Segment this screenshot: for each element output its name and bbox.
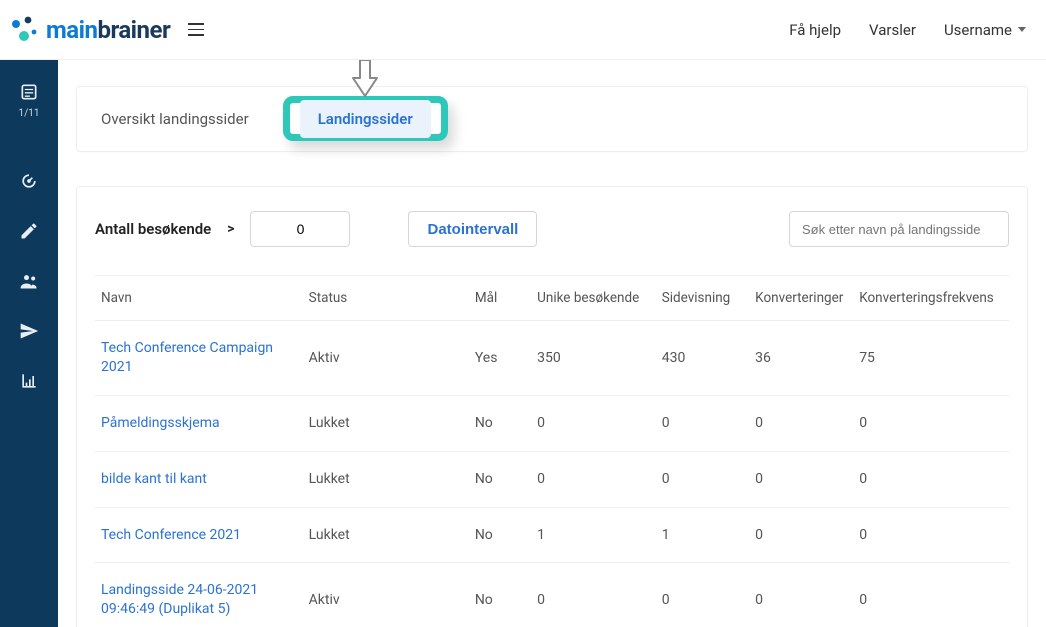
cell-goal: No bbox=[469, 395, 531, 451]
brand-logo-text: mainbrainer bbox=[46, 16, 170, 44]
table-row: bilde kant til kantLukketNo0000 bbox=[95, 451, 1009, 507]
cell-pageviews: 0 bbox=[656, 451, 749, 507]
visitors-filter-label: Antall besøkende bbox=[95, 220, 211, 238]
visitors-filter-input[interactable] bbox=[250, 211, 350, 247]
col-conversions[interactable]: Konverteringer bbox=[749, 276, 853, 321]
cell-status: Aktiv bbox=[303, 321, 469, 396]
col-status[interactable]: Status bbox=[303, 276, 469, 321]
cell-conversions: 36 bbox=[749, 321, 853, 396]
cell-conversions: 0 bbox=[749, 395, 853, 451]
gauge-icon[interactable] bbox=[17, 169, 41, 193]
cell-rate: 0 bbox=[853, 507, 1009, 563]
alerts-link[interactable]: Varsler bbox=[869, 21, 916, 39]
landingpage-link[interactable]: Tech Conference Campaign 2021 bbox=[101, 339, 281, 377]
help-link[interactable]: Få hjelp bbox=[789, 21, 841, 39]
cell-status: Lukket bbox=[303, 451, 469, 507]
pencil-icon[interactable] bbox=[17, 219, 41, 243]
cell-unique: 1 bbox=[531, 507, 656, 563]
top-bar: mainbrainer Få hjelp Varsler Username bbox=[0, 0, 1046, 60]
brand-logo-icon bbox=[8, 14, 40, 46]
brand-logo[interactable]: mainbrainer bbox=[8, 14, 170, 46]
cell-conversions: 0 bbox=[749, 563, 853, 627]
cell-rate: 75 bbox=[853, 321, 1009, 396]
cell-conversions: 0 bbox=[749, 507, 853, 563]
chevron-down-icon bbox=[1018, 27, 1026, 32]
cell-status: Lukket bbox=[303, 507, 469, 563]
col-conversionrate[interactable]: Konverteringsfrekvens bbox=[853, 276, 1009, 321]
cell-unique: 350 bbox=[531, 321, 656, 396]
col-pageviews[interactable]: Sidevisning bbox=[656, 276, 749, 321]
checklist-icon bbox=[17, 80, 41, 104]
cell-rate: 0 bbox=[853, 395, 1009, 451]
arrow-pointer-icon bbox=[350, 60, 380, 102]
search-input[interactable] bbox=[789, 211, 1009, 247]
table-row: Tech Conference Campaign 2021 AktivYes350… bbox=[95, 321, 1009, 396]
filter-bar: Antall besøkende > Datointervall bbox=[95, 211, 1009, 247]
cell-pageviews: 0 bbox=[656, 395, 749, 451]
sidebar-progress-counter: 1/11 bbox=[19, 108, 40, 119]
cell-unique: 0 bbox=[531, 563, 656, 627]
table-row: Landingsside 24-06-2021 09:46:49 (Duplik… bbox=[95, 563, 1009, 627]
tutorial-highlight: Landingssider bbox=[283, 96, 448, 141]
cell-unique: 0 bbox=[531, 395, 656, 451]
table-row: PåmeldingsskjemaLukketNo0000 bbox=[95, 395, 1009, 451]
cell-pageviews: 430 bbox=[656, 321, 749, 396]
cell-status: Lukket bbox=[303, 395, 469, 451]
sidebar: 1/11 bbox=[0, 60, 58, 627]
tab-landing-wrapper: Landingssider bbox=[283, 100, 448, 138]
landingpage-link[interactable]: Tech Conference 2021 bbox=[101, 526, 241, 545]
page-tabs: Oversikt landingssider Landingssider bbox=[76, 86, 1028, 152]
menu-toggle-icon[interactable] bbox=[182, 17, 210, 42]
cell-goal: No bbox=[469, 451, 531, 507]
cell-unique: 0 bbox=[531, 451, 656, 507]
cell-rate: 0 bbox=[853, 563, 1009, 627]
cell-status: Aktiv bbox=[303, 563, 469, 627]
cell-pageviews: 0 bbox=[656, 563, 749, 627]
dateinterval-button[interactable]: Datointervall bbox=[408, 211, 537, 247]
col-unique[interactable]: Unike besøkende bbox=[531, 276, 656, 321]
landingpage-link[interactable]: bilde kant til kant bbox=[101, 470, 207, 489]
tab-overview[interactable]: Oversikt landingssider bbox=[95, 110, 255, 128]
users-icon[interactable] bbox=[17, 269, 41, 293]
col-goal[interactable]: Mål bbox=[469, 276, 531, 321]
landingpage-link[interactable]: Landingsside 24-06-2021 09:46:49 (Duplik… bbox=[101, 581, 281, 619]
col-name[interactable]: Navn bbox=[95, 276, 303, 321]
table-header-row: Navn Status Mål Unike besøkende Sidevisn… bbox=[95, 276, 1009, 321]
main-content: Oversikt landingssider Landingssider Ant… bbox=[58, 60, 1046, 627]
chart-icon[interactable] bbox=[17, 369, 41, 393]
send-icon[interactable] bbox=[17, 319, 41, 343]
table-row: Tech Conference 2021LukketNo1100 bbox=[95, 507, 1009, 563]
landingpage-link[interactable]: Påmeldingsskjema bbox=[101, 414, 220, 433]
results-panel: Antall besøkende > Datointervall Navn St… bbox=[76, 186, 1028, 627]
user-menu-label: Username bbox=[944, 21, 1012, 39]
greater-than-label: > bbox=[227, 221, 234, 237]
cell-goal: Yes bbox=[469, 321, 531, 396]
sidebar-item-progress[interactable]: 1/11 bbox=[17, 80, 41, 119]
cell-pageviews: 1 bbox=[656, 507, 749, 563]
tab-landing[interactable]: Landingssider bbox=[300, 100, 431, 138]
cell-goal: No bbox=[469, 563, 531, 627]
cell-conversions: 0 bbox=[749, 451, 853, 507]
landingpages-table: Navn Status Mål Unike besøkende Sidevisn… bbox=[95, 275, 1009, 627]
top-nav: Få hjelp Varsler Username bbox=[789, 21, 1026, 39]
user-menu[interactable]: Username bbox=[944, 21, 1026, 39]
cell-rate: 0 bbox=[853, 451, 1009, 507]
cell-goal: No bbox=[469, 507, 531, 563]
